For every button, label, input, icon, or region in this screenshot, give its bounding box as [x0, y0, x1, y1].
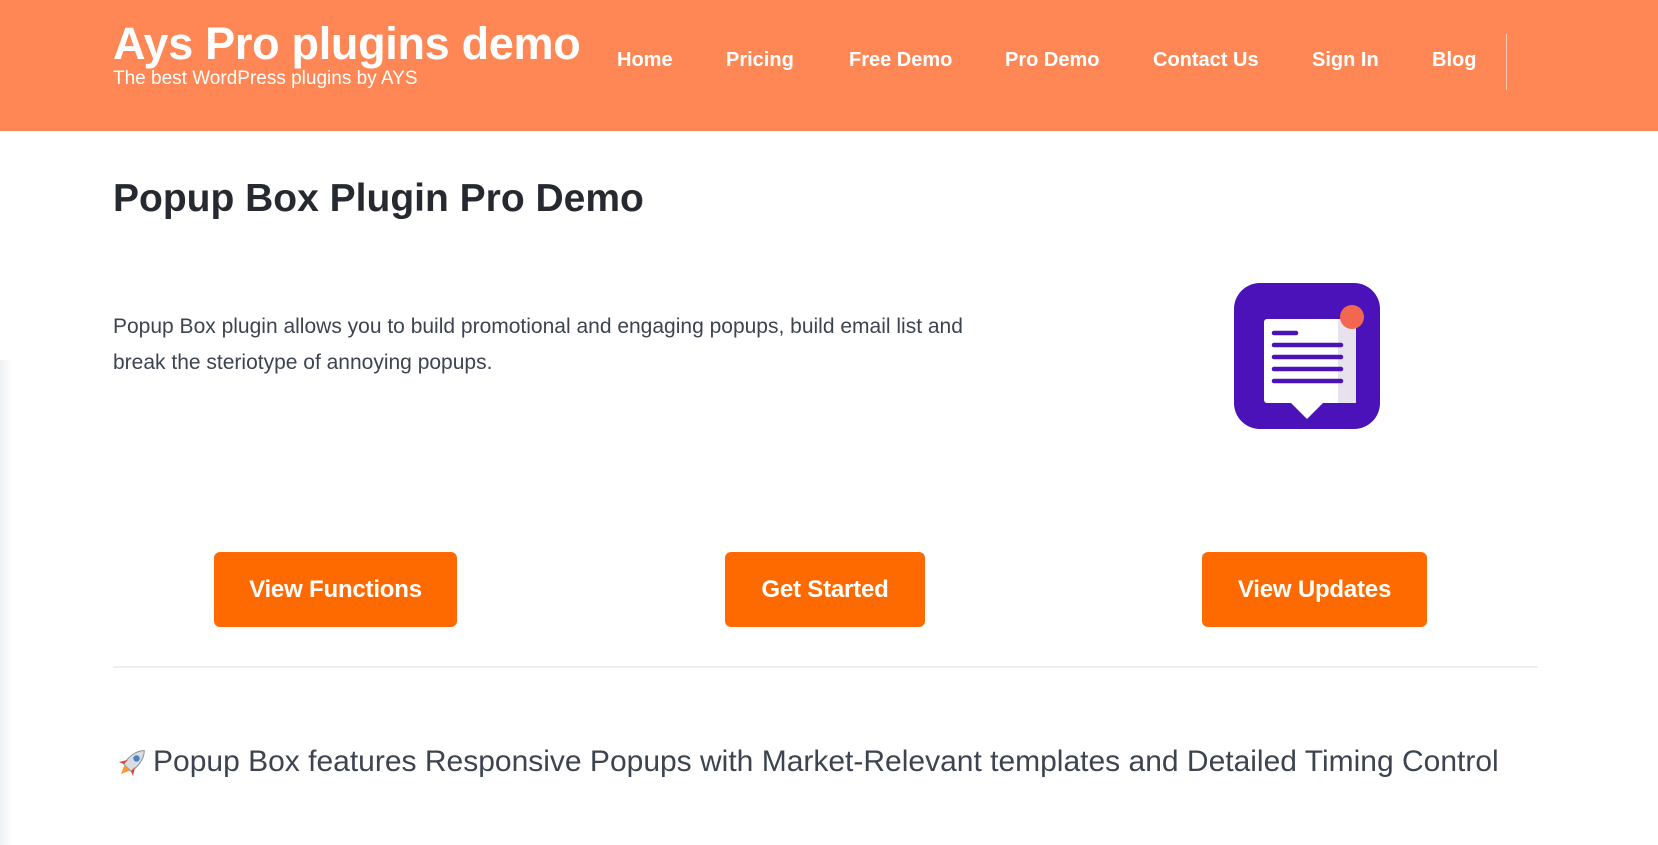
nav-item-sign-in[interactable]: Sign In — [1312, 46, 1379, 74]
nav-item-pricing[interactable]: Pricing — [726, 46, 794, 74]
site-branding[interactable]: Ays Pro plugins demo The best WordPress … — [113, 20, 581, 90]
site-header: Ays Pro plugins demo The best WordPress … — [0, 0, 1658, 131]
get-started-button[interactable]: Get Started — [725, 552, 925, 627]
nav-item-free-demo[interactable]: Free Demo — [849, 46, 952, 74]
nav-item-pro-demo[interactable]: Pro Demo — [1005, 46, 1099, 74]
nav-item-contact-us[interactable]: Contact Us — [1153, 46, 1259, 74]
site-tagline: The best WordPress plugins by AYS — [113, 68, 418, 89]
rocket-icon — [113, 742, 153, 782]
nav-divider — [1506, 34, 1507, 90]
section-divider — [113, 666, 1538, 668]
view-updates-button[interactable]: View Updates — [1202, 552, 1427, 627]
site-title[interactable]: Ays Pro plugins demo — [113, 20, 581, 68]
features-text: Popup Box features Responsive Popups wit… — [153, 745, 1499, 778]
popup-box-logo-icon — [1234, 283, 1380, 429]
view-functions-button[interactable]: View Functions — [214, 552, 457, 627]
left-edge-shadow — [0, 360, 12, 845]
page-title: Popup Box Plugin Pro Demo — [113, 177, 644, 220]
features-heading: Popup Box features Responsive Popups wit… — [113, 742, 1499, 782]
plugin-description: Popup Box plugin allows you to build pro… — [113, 315, 963, 374]
nav-item-home[interactable]: Home — [617, 46, 673, 74]
nav-item-blog[interactable]: Blog — [1432, 46, 1476, 74]
